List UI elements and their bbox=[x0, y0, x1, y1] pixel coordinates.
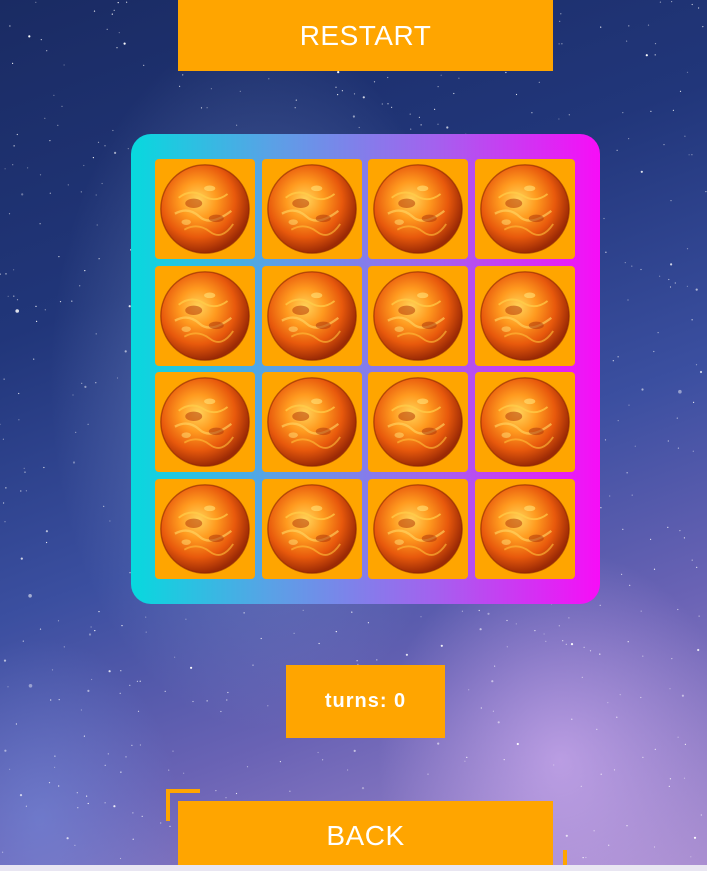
sun-icon bbox=[160, 377, 250, 467]
sun-icon bbox=[160, 483, 250, 574]
sun-icon bbox=[373, 377, 463, 467]
sun-icon bbox=[266, 377, 357, 467]
memory-card[interactable] bbox=[155, 159, 255, 259]
memory-card[interactable] bbox=[261, 478, 362, 579]
sun-icon bbox=[266, 164, 357, 254]
memory-card[interactable] bbox=[261, 159, 362, 259]
card-grid bbox=[155, 159, 575, 579]
turns-counter: turns: 0 bbox=[286, 665, 445, 738]
sun-icon bbox=[479, 377, 570, 467]
memory-card[interactable] bbox=[261, 265, 362, 366]
memory-card[interactable] bbox=[368, 478, 468, 579]
game-board bbox=[131, 134, 600, 604]
memory-card[interactable] bbox=[155, 478, 255, 579]
memory-card[interactable] bbox=[474, 478, 575, 579]
sun-icon bbox=[373, 483, 463, 574]
sun-icon bbox=[266, 270, 357, 361]
memory-card[interactable] bbox=[474, 372, 575, 472]
sun-icon bbox=[373, 270, 463, 361]
memory-card[interactable] bbox=[368, 372, 468, 472]
memory-card[interactable] bbox=[474, 159, 575, 259]
sun-icon bbox=[373, 164, 463, 254]
sun-icon bbox=[160, 164, 250, 254]
back-button[interactable]: BACK bbox=[178, 801, 553, 871]
sun-icon bbox=[266, 483, 357, 574]
memory-card[interactable] bbox=[155, 265, 255, 366]
memory-card[interactable] bbox=[261, 372, 362, 472]
sun-icon bbox=[479, 164, 570, 254]
memory-card[interactable] bbox=[368, 159, 468, 259]
memory-card[interactable] bbox=[155, 372, 255, 472]
memory-card[interactable] bbox=[474, 265, 575, 366]
sun-icon bbox=[479, 270, 570, 361]
restart-button[interactable]: RESTART bbox=[178, 0, 553, 71]
bottom-strip bbox=[0, 865, 707, 871]
sun-icon bbox=[160, 270, 250, 361]
sun-icon bbox=[479, 483, 570, 574]
memory-card[interactable] bbox=[368, 265, 468, 366]
